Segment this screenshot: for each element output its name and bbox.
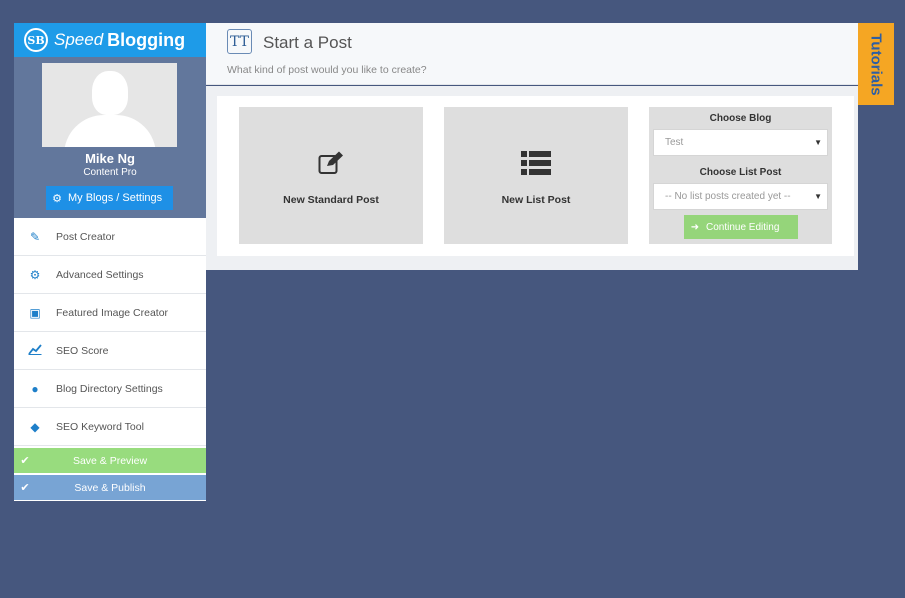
gears-icon: ⚙ — [29, 267, 41, 282]
sidebar-item-post-creator[interactable]: ✎ Post Creator — [14, 218, 206, 256]
choose-blog-value: Test — [665, 137, 684, 148]
choose-list-post-value: -- No list posts created yet -- — [665, 191, 791, 202]
sidebar-item-label: Featured Image Creator — [56, 306, 169, 319]
sidebar: SB Speed Blogging Mike Ng Content Pro ⚙ … — [14, 23, 206, 501]
avatar-body-shape — [64, 115, 156, 147]
brand-logo[interactable]: SB Speed Blogging — [14, 23, 206, 57]
new-list-post-card[interactable]: New List Post — [444, 107, 628, 244]
sidebar-item-seo-score[interactable]: SEO Score — [14, 332, 206, 370]
settings-button-label: My Blogs / Settings — [68, 192, 163, 204]
new-list-post-label: New List Post — [501, 194, 571, 206]
chooser-panel: Choose Blog Test ▼ Choose List Post -- N… — [649, 107, 832, 244]
save-publish-button[interactable]: ✔ Save & Publish — [14, 475, 206, 500]
page-title: Start a Post — [263, 33, 352, 52]
avatar — [42, 63, 177, 147]
gear-icon: ⚙ — [52, 192, 62, 205]
avatar-head-shape — [92, 71, 128, 115]
check-icon: ✔ — [20, 455, 30, 467]
image-icon: ▣ — [29, 305, 41, 320]
continue-editing-label: Continue Editing — [706, 221, 780, 233]
sidebar-item-label: Post Creator — [56, 230, 115, 243]
brand-speed-text: Speed — [54, 30, 104, 49]
sidebar-item-label: Advanced Settings — [56, 268, 144, 281]
choose-blog-select[interactable]: Test ▼ — [653, 129, 828, 156]
text-type-icon: TT — [227, 29, 252, 54]
my-blogs-settings-button[interactable]: ⚙ My Blogs / Settings — [46, 186, 173, 210]
tutorials-tab[interactable]: Tutorials — [858, 23, 894, 105]
sidebar-item-featured-image-creator[interactable]: ▣ Featured Image Creator — [14, 294, 206, 332]
sidebar-item-blog-directory-settings[interactable]: ● Blog Directory Settings — [14, 370, 206, 408]
content-area: New Standard Post New List Post Choose B… — [206, 86, 858, 270]
sidebar-item-label: SEO Keyword Tool — [56, 420, 144, 433]
tags-icon: ◆ — [30, 419, 40, 434]
choose-blog-label: Choose Blog — [709, 113, 772, 124]
profile-panel: Mike Ng Content Pro ⚙ My Blogs / Setting… — [14, 57, 206, 218]
list-icon — [444, 151, 628, 180]
new-standard-post-card[interactable]: New Standard Post — [239, 107, 423, 244]
profile-role: Content Pro — [83, 167, 137, 178]
tutorials-label: Tutorials — [867, 32, 885, 96]
caret-down-icon: ▼ — [814, 192, 822, 201]
sidebar-item-label: SEO Score — [56, 344, 109, 357]
page-subtitle: What kind of post would you like to crea… — [227, 64, 427, 76]
sidebar-item-advanced-settings[interactable]: ⚙ Advanced Settings — [14, 256, 206, 294]
caret-down-icon: ▼ — [814, 138, 822, 147]
continue-editing-button[interactable]: ➜ Continue Editing — [684, 215, 798, 239]
sidebar-item-label: Blog Directory Settings — [56, 382, 163, 395]
page-header: TT Start a Post What kind of post would … — [206, 23, 858, 85]
post-type-panel: New Standard Post New List Post Choose B… — [217, 96, 854, 256]
chart-icon — [14, 343, 56, 358]
edit-icon: ✎ — [29, 229, 41, 244]
arrow-right-icon: ➜ — [690, 221, 700, 233]
choose-list-post-select[interactable]: -- No list posts created yet -- ▼ — [653, 183, 828, 210]
brand-blogging-text: Blogging — [107, 29, 186, 50]
sb-logo-icon: SB — [24, 28, 48, 52]
save-preview-button[interactable]: ✔ Save & Preview — [14, 448, 206, 473]
new-standard-post-label: New Standard Post — [283, 194, 379, 206]
edit-icon — [239, 151, 423, 180]
save-publish-label: Save & Publish — [74, 481, 146, 494]
choose-list-post-label: Choose List Post — [699, 167, 782, 178]
sidebar-item-seo-keyword-tool[interactable]: ◆ SEO Keyword Tool — [14, 408, 206, 446]
globe-icon: ● — [31, 381, 39, 396]
check-icon: ✔ — [20, 482, 30, 494]
save-preview-label: Save & Preview — [72, 454, 148, 467]
profile-name: Mike Ng — [85, 151, 135, 166]
